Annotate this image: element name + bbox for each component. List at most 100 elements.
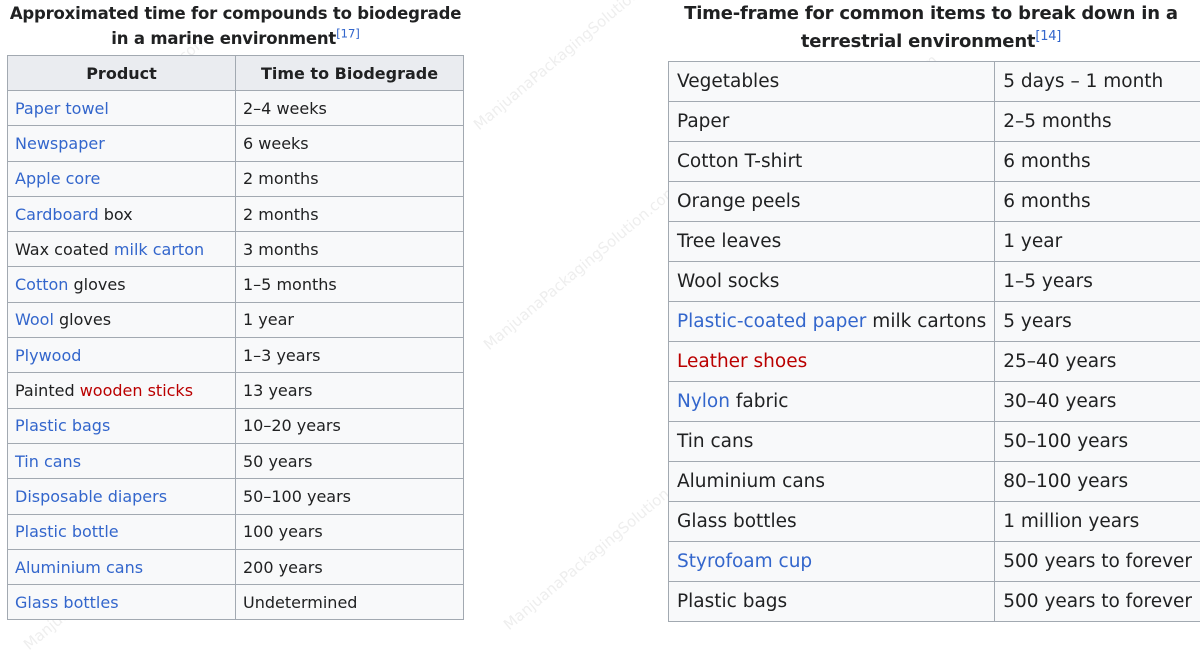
- table-row: Aluminium cans 200 years: [8, 549, 464, 584]
- disposable-diapers-link[interactable]: Disposable diapers: [15, 487, 167, 506]
- terrestrial-caption-text: Time-frame for common items to break dow…: [684, 3, 1178, 52]
- newspaper-link[interactable]: Newspaper: [15, 134, 105, 153]
- product-cell: Painted wooden sticks: [8, 373, 236, 408]
- cotton-link[interactable]: Cotton: [15, 275, 68, 294]
- nylon-link[interactable]: Nylon: [677, 391, 730, 412]
- time-cell: 6 months: [995, 182, 1200, 222]
- item-text: Aluminium cans: [677, 471, 825, 492]
- product-cell: Wax coated milk carton: [8, 232, 236, 267]
- wool-link[interactable]: Wool: [15, 310, 54, 329]
- marine-table-body: Paper towel2–4 weeksNewspaper6 weeksAppl…: [8, 91, 464, 620]
- plastic-coated-paper-link[interactable]: Plastic-coated paper: [677, 311, 866, 332]
- terrestrial-table-caption: Time-frame for common items to break dow…: [668, 0, 1194, 61]
- item-text: Paper: [677, 111, 729, 132]
- item-text: milk cartons: [866, 311, 986, 332]
- table-row: Paper 2–5 months: [669, 102, 1200, 142]
- time-cell: 5 days – 1 month: [995, 62, 1200, 102]
- product-text: gloves: [68, 275, 125, 294]
- table-row: Wool gloves1 year: [8, 302, 464, 337]
- time-cell: 2–4 weeks: [236, 91, 464, 126]
- item-cell: Glass bottles: [669, 502, 995, 542]
- item-cell: Orange peels: [669, 182, 995, 222]
- time-cell: 30–40 years: [995, 382, 1200, 422]
- terrestrial-breakdown-panel: Time-frame for common items to break dow…: [668, 0, 1194, 622]
- time-cell: 1–3 years: [236, 338, 464, 373]
- leather-shoes-link[interactable]: Leather shoes: [677, 351, 807, 372]
- table-row: Nylon fabric30–40 years: [669, 382, 1200, 422]
- product-cell: Apple core: [8, 161, 236, 196]
- item-cell: Tree leaves: [669, 222, 995, 262]
- item-cell: Vegetables: [669, 62, 995, 102]
- column-header-product[interactable]: Product: [8, 56, 236, 91]
- plastic-bags-link[interactable]: Plastic bags: [15, 416, 110, 435]
- time-cell: 3 months: [236, 232, 464, 267]
- table-row: Plastic bags10–20 years: [8, 408, 464, 443]
- marine-citation-link[interactable]: [17]: [336, 26, 360, 40]
- aluminium-cans-link[interactable]: Aluminium cans: [15, 558, 143, 577]
- glass-bottles-link[interactable]: Glass bottles: [15, 593, 119, 612]
- time-cell: 1 million years: [995, 502, 1200, 542]
- tin-cans-link[interactable]: Tin cans: [15, 452, 81, 471]
- time-cell: 13 years: [236, 373, 464, 408]
- table-row: Plastic bags500 years to forever: [669, 582, 1200, 622]
- item-cell: Wool socks: [669, 262, 995, 302]
- marine-biodegradation-panel: Approximated time for compounds to biode…: [7, 0, 464, 620]
- item-text: Glass bottles: [677, 511, 797, 532]
- table-header-row: Product Time to Biodegrade: [8, 56, 464, 91]
- product-cell: Cotton gloves: [8, 267, 236, 302]
- time-cell: 100 years: [236, 514, 464, 549]
- time-cell: 500 years to forever: [995, 582, 1200, 622]
- column-header-time[interactable]: Time to Biodegrade: [236, 56, 464, 91]
- plywood-link[interactable]: Plywood: [15, 346, 81, 365]
- cardboard-link[interactable]: Cardboard: [15, 205, 99, 224]
- apple-core-link[interactable]: Apple core: [15, 169, 100, 188]
- time-cell: 50–100 years: [236, 479, 464, 514]
- product-cell: Plastic bags: [8, 408, 236, 443]
- table-row: Plastic-coated paper milk cartons5 years: [669, 302, 1200, 342]
- product-cell: Plastic bottle: [8, 514, 236, 549]
- time-cell: 5 years: [995, 302, 1200, 342]
- product-cell: Tin cans: [8, 443, 236, 478]
- table-row: Plywood 1–3 years: [8, 338, 464, 373]
- table-row: Cotton gloves1–5 months: [8, 267, 464, 302]
- product-cell: Paper towel: [8, 91, 236, 126]
- time-cell: 80–100 years: [995, 462, 1200, 502]
- time-cell: Undetermined: [236, 585, 464, 620]
- product-text: Painted: [15, 381, 80, 400]
- terrestrial-citation-link[interactable]: [14]: [1035, 29, 1061, 44]
- milk-carton-link[interactable]: milk carton: [114, 240, 204, 259]
- watermark-text: ManjuanaPackagingSolution.com: [480, 181, 681, 354]
- item-text: Tree leaves: [677, 231, 781, 252]
- product-cell: Newspaper: [8, 126, 236, 161]
- table-row: Paper towel 2–4 weeks: [8, 91, 464, 126]
- table-row: Glass bottles 1 million years: [669, 502, 1200, 542]
- table-row: Cardboard box2 months: [8, 196, 464, 231]
- wooden-sticks-link[interactable]: wooden sticks: [80, 381, 193, 400]
- time-cell: 1–5 months: [236, 267, 464, 302]
- marine-table-caption: Approximated time for compounds to biode…: [7, 0, 464, 55]
- paper-towel-link[interactable]: Paper towel: [15, 99, 109, 118]
- watermark-text: ManjuanaPackagingSolution.com: [470, 0, 671, 134]
- table-row: Orange peels6 months: [669, 182, 1200, 222]
- time-cell: 2–5 months: [995, 102, 1200, 142]
- item-cell: Tin cans: [669, 422, 995, 462]
- item-cell: Plastic-coated paper milk cartons: [669, 302, 995, 342]
- table-row: Tin cans 50 years: [8, 443, 464, 478]
- table-row: Vegetables 5 days – 1 month: [669, 62, 1200, 102]
- time-cell: 200 years: [236, 549, 464, 584]
- table-row: Wax coated milk carton3 months: [8, 232, 464, 267]
- time-cell: 50 years: [236, 443, 464, 478]
- table-row: Cotton T-shirt6 months: [669, 142, 1200, 182]
- item-cell: Plastic bags: [669, 582, 995, 622]
- styrofoam-cup-link[interactable]: Styrofoam cup: [677, 551, 812, 572]
- item-text: Cotton T-shirt: [677, 151, 802, 172]
- table-row: Apple core 2 months: [8, 161, 464, 196]
- product-text: box: [99, 205, 133, 224]
- plastic-bottle-link[interactable]: Plastic bottle: [15, 522, 119, 541]
- table-row: Tree leaves1 year: [669, 222, 1200, 262]
- table-row: Disposable diapers 50–100 years: [8, 479, 464, 514]
- product-cell: Cardboard box: [8, 196, 236, 231]
- time-cell: 2 months: [236, 161, 464, 196]
- item-text: Vegetables: [677, 71, 779, 92]
- item-cell: Leather shoes: [669, 342, 995, 382]
